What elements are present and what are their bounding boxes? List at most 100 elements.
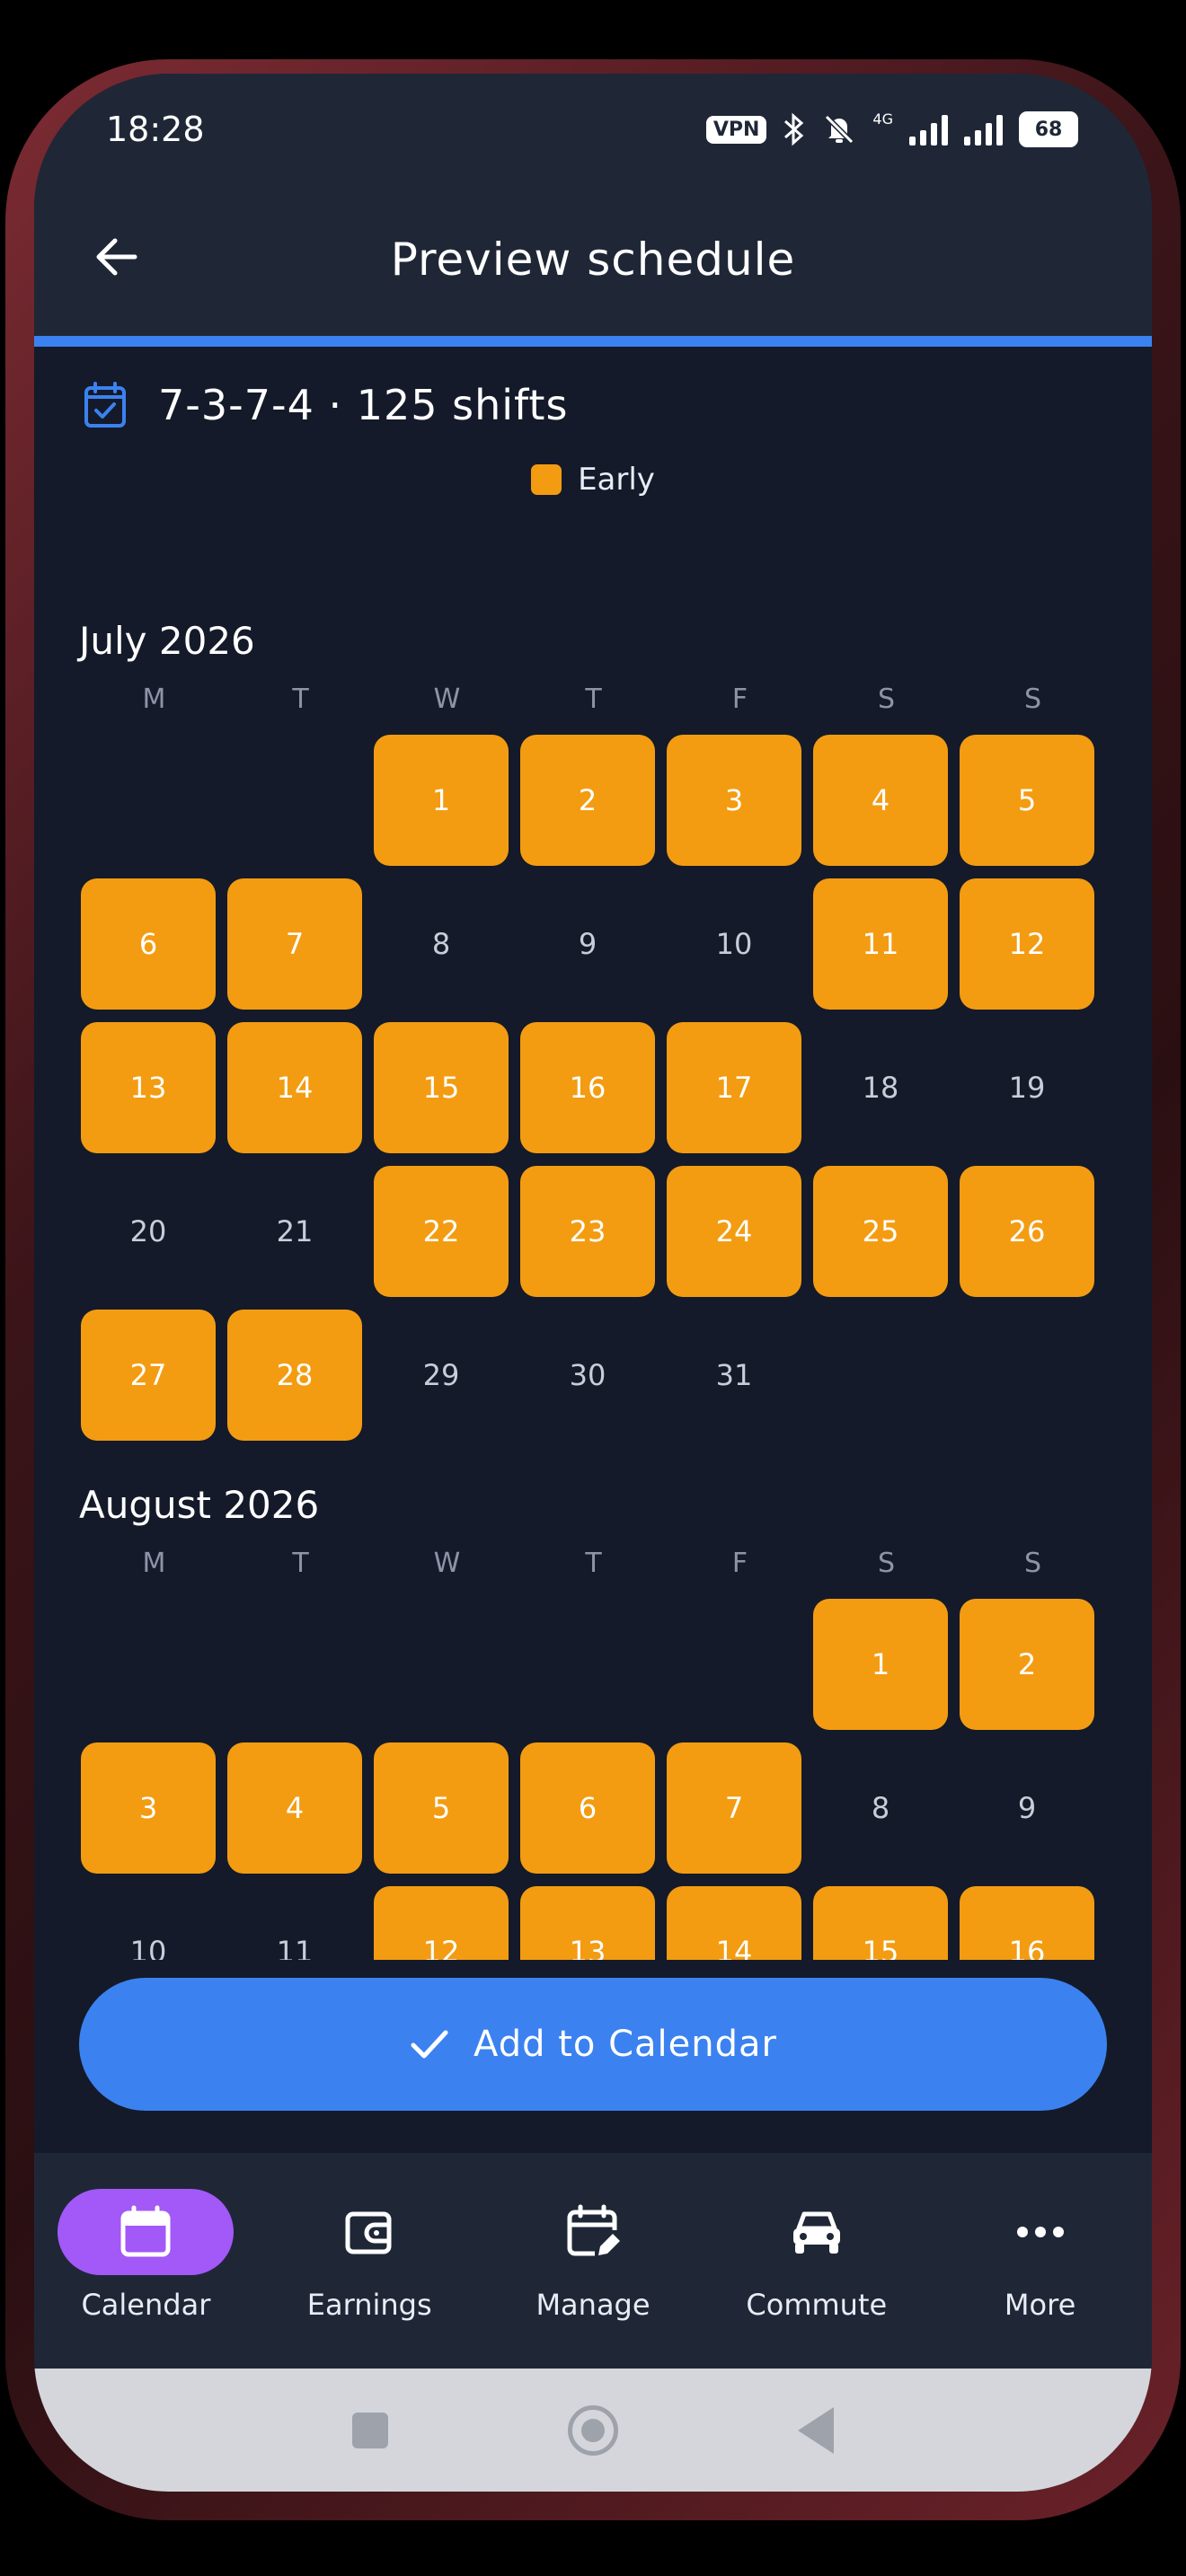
day-cell[interactable]: 10 [81,1886,216,1960]
day-cell-shift[interactable]: 3 [667,735,801,866]
signal-icon-2 [964,113,1003,146]
day-cell-shift[interactable]: 7 [667,1742,801,1874]
day-cell-shift[interactable]: 15 [813,1886,948,1960]
weekday-label: M [142,684,166,715]
month-grid: 1 2 3 4 5 6 7 8 9 10 11 12 13 14 15 16 [81,1599,1102,1960]
day-cell-shift[interactable]: 26 [960,1166,1094,1297]
weekday-label: S [877,1548,896,1579]
month-section: July 2026 M T W T F S S 1 2 3 4 5 6 7 8 9 10 11 12 13 14 15 16 1… [79,604,1102,1441]
legend-label: Early [578,462,655,498]
progress-bar [34,336,1152,347]
day-cell-shift[interactable]: 28 [227,1310,362,1441]
system-navigation-bar [34,2369,1152,2492]
nav-label-calendar: Calendar [81,2288,211,2322]
day-cell-shift[interactable]: 22 [374,1166,509,1297]
day-cell-shift[interactable]: 23 [520,1166,655,1297]
weekday-label: W [433,684,461,715]
nav-label-more: More [1004,2288,1076,2322]
day-cell-shift[interactable]: 12 [374,1886,509,1960]
weekday-label: M [142,1548,166,1579]
nav-active-indicator [58,2189,235,2275]
calendar-edit-icon [567,2204,620,2256]
weekday-header: MTWTFSS [81,679,1102,735]
calendar-months: July 2026 M T W T F S S 1 2 3 4 5 6 7 8 9 10 11 12 13 14 15 16 1… [34,604,1152,1960]
nav-item-more[interactable]: More [928,2153,1152,2369]
day-cell-shift[interactable]: 5 [960,735,1094,866]
day-cell-shift[interactable]: 2 [960,1599,1094,1730]
day-cell-shift[interactable]: 17 [667,1022,801,1153]
calendar-icon [120,2205,171,2257]
day-cell-shift[interactable]: 7 [227,878,362,1010]
day-cell[interactable]: 10 [667,878,801,1010]
weekday-label: F [731,684,748,715]
nav-item-manage[interactable]: Manage [482,2153,705,2369]
day-cell-shift[interactable]: 4 [813,735,948,866]
weekday-label: T [585,684,602,715]
day-cell-shift[interactable]: 14 [227,1022,362,1153]
nav-label-earnings: Earnings [306,2288,432,2322]
day-cell[interactable]: 30 [520,1310,655,1441]
nav-item-commute[interactable]: Commute [704,2153,928,2369]
day-cell-shift[interactable]: 4 [227,1742,362,1874]
nav-label-commute: Commute [746,2288,888,2322]
weekday-label: S [1023,684,1042,715]
battery-icon: 68 [1019,111,1078,147]
day-cell[interactable]: 8 [813,1742,948,1874]
check-icon [411,2030,448,2059]
day-cell-shift[interactable]: 3 [81,1742,216,1874]
day-cell-shift[interactable]: 12 [960,878,1094,1010]
month-spacer [34,1441,1152,1468]
bluetooth-icon [784,112,804,146]
day-cell[interactable]: 9 [960,1742,1094,1874]
weekday-label: T [585,1548,602,1579]
day-cell-shift[interactable]: 6 [81,878,216,1010]
calendar-scroll[interactable]: July 2026 M T W T F S S 1 2 3 4 5 6 7 8 9 10 11 12 13 14 15 16 1… [34,604,1152,1960]
wallet-icon [345,2211,392,2254]
month-grid: 1 2 3 4 5 6 7 8 9 10 11 12 13 14 15 16 17 18 19 20 21 22 23 24 2… [81,735,1102,1441]
home-button[interactable] [568,2404,618,2456]
status-icons: VPN 4G 68 [705,110,1078,147]
day-cell-shift[interactable]: 14 [667,1886,801,1960]
day-cell[interactable]: 8 [374,878,509,1010]
day-cell-shift[interactable]: 5 [374,1742,509,1874]
network-type: 4G [872,110,893,128]
day-cell[interactable]: 9 [520,878,655,1010]
day-cell-shift[interactable]: 1 [813,1599,948,1730]
car-icon [792,2211,840,2254]
nav-item-calendar[interactable]: Calendar [34,2153,258,2369]
nav-icon-wrap [281,2189,457,2275]
system-back-button[interactable] [798,2406,834,2454]
weekday-header: MTWTFSS [81,1543,1102,1599]
weekday-label: W [433,1548,461,1579]
day-cell-shift[interactable]: 11 [813,878,948,1010]
legend-swatch [531,464,562,495]
day-cell-shift[interactable]: 13 [520,1886,655,1960]
day-cell[interactable]: 20 [81,1166,216,1297]
day-cell[interactable]: 19 [960,1022,1094,1153]
day-cell-shift[interactable]: 25 [813,1166,948,1297]
day-cell[interactable]: 31 [667,1310,801,1441]
nav-item-earnings[interactable]: Earnings [258,2153,482,2369]
signal-icon [909,113,948,146]
add-to-calendar-button[interactable]: Add to Calendar [79,1978,1107,2111]
day-cell-shift[interactable]: 15 [374,1022,509,1153]
bottom-navigation: Calendar Earnings Manage Commute More [34,2153,1152,2369]
legend: Early [34,462,1152,498]
app-bar: Preview schedule [34,183,1152,336]
day-cell-shift[interactable]: 13 [81,1022,216,1153]
day-cell-shift[interactable]: 27 [81,1310,216,1441]
day-cell-shift[interactable]: 16 [960,1886,1094,1960]
day-cell-shift[interactable]: 16 [520,1022,655,1153]
day-cell[interactable]: 21 [227,1166,362,1297]
weekday-label: T [292,1548,309,1579]
day-cell[interactable]: 18 [813,1022,948,1153]
day-cell-shift[interactable]: 24 [667,1166,801,1297]
recents-button[interactable] [352,2412,388,2448]
day-cell-shift[interactable]: 2 [520,735,655,866]
day-cell-shift[interactable]: 1 [374,735,509,866]
schedule-summary: 7-3-7-4 · 125 shifts [83,381,568,429]
month-title: August 2026 [79,1483,320,1527]
day-cell[interactable]: 11 [227,1886,362,1960]
day-cell-shift[interactable]: 6 [520,1742,655,1874]
day-cell[interactable]: 29 [374,1310,509,1441]
